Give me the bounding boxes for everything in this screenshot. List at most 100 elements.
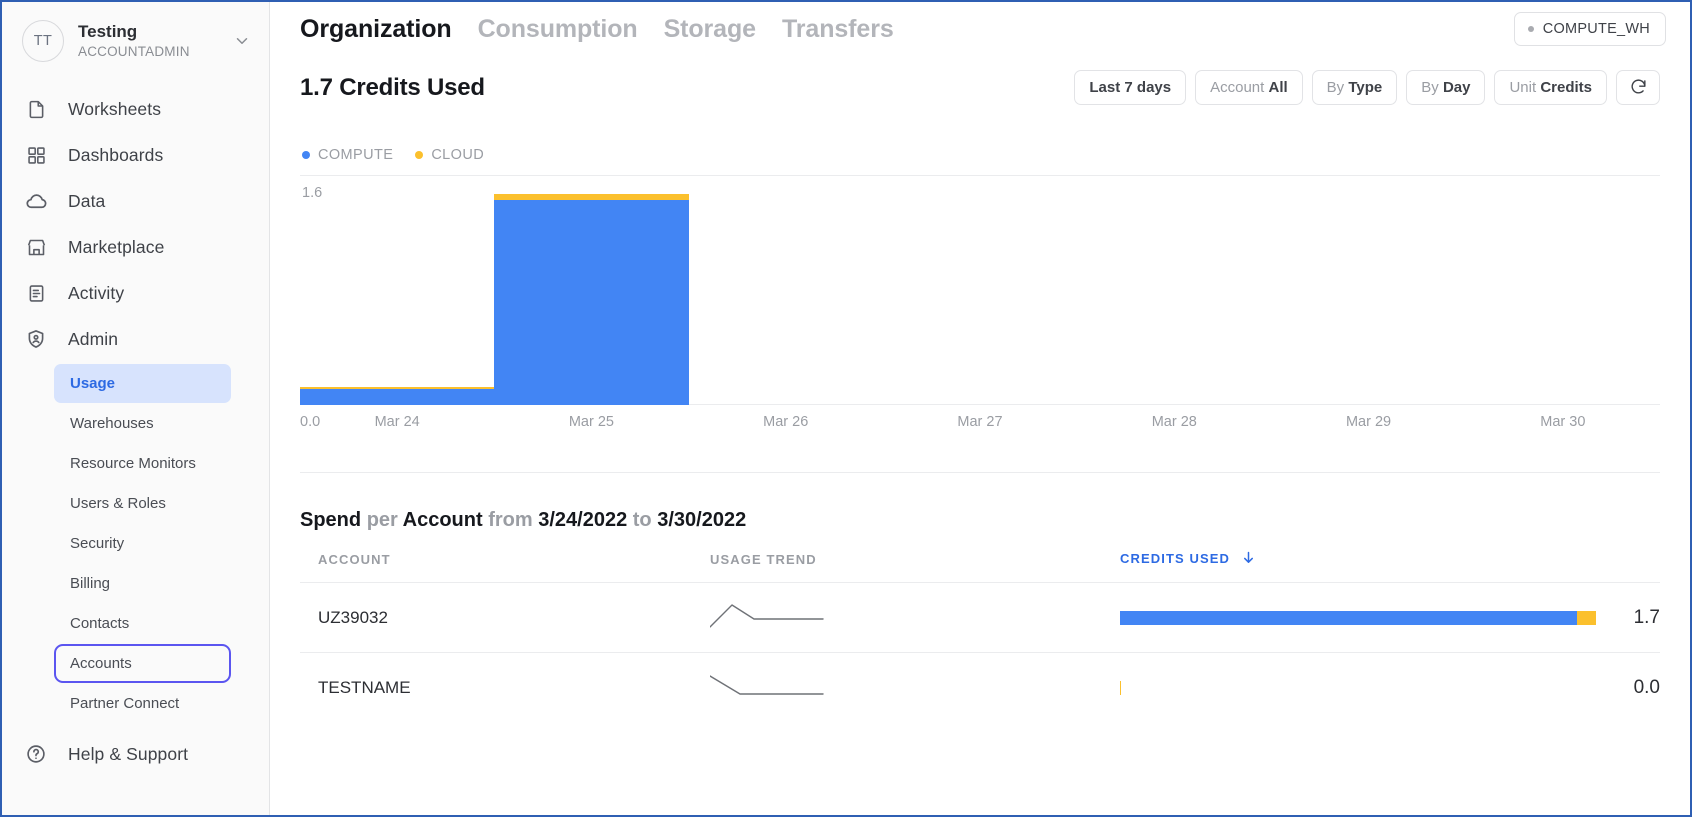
- cell-usage-trend: [709, 652, 1120, 722]
- main-content: Organization Consumption Storage Transfe…: [270, 2, 1690, 815]
- primary-nav: Worksheets Dashboards Data Marketplace A…: [2, 86, 269, 777]
- credits-bar-track: [1120, 680, 1596, 695]
- sparkline-icon: [709, 675, 825, 705]
- sidebar-item-accounts[interactable]: Accounts: [54, 644, 231, 683]
- bar-slot[interactable]: [883, 175, 1077, 405]
- bar-slot[interactable]: [1466, 175, 1660, 405]
- legend-label: COMPUTE: [318, 147, 394, 163]
- warehouse-label: COMPUTE_WH: [1542, 21, 1650, 37]
- column-header-account[interactable]: ACCOUNT: [300, 550, 710, 583]
- chart-plot-area: [300, 175, 1660, 405]
- sidebar-item-activity[interactable]: Activity: [2, 270, 269, 316]
- grid-icon: [24, 143, 48, 167]
- warehouse-selector[interactable]: COMPUTE_WH: [1513, 12, 1666, 46]
- x-axis-tick: Mar 30: [1540, 414, 1586, 430]
- sidebar-item-contacts[interactable]: Contacts: [54, 604, 231, 643]
- bar-slot[interactable]: [300, 175, 495, 405]
- legend-item-compute[interactable]: COMPUTE: [302, 147, 393, 163]
- credits-bar-cloud: [1576, 610, 1596, 625]
- bar-slot[interactable]: [1271, 175, 1465, 405]
- bar-slot[interactable]: [689, 175, 883, 405]
- refresh-icon: [1629, 77, 1648, 99]
- cell-account: TESTNAME: [300, 652, 710, 722]
- tab-consumption[interactable]: Consumption: [478, 15, 638, 44]
- spend-section-title: Spend per Account from 3/24/2022 to 3/30…: [300, 509, 1660, 532]
- column-header-credits-used[interactable]: CREDITS USED: [1120, 550, 1660, 583]
- tab-storage[interactable]: Storage: [664, 15, 756, 44]
- legend-item-cloud[interactable]: CLOUD: [415, 147, 484, 163]
- sidebar-item-worksheets[interactable]: Worksheets: [2, 86, 269, 132]
- spend-title-word: Account: [402, 509, 483, 531]
- sidebar-item-marketplace[interactable]: Marketplace: [2, 224, 269, 270]
- filter-bar: Last 7 days Account All By Type By Day U…: [1074, 70, 1660, 105]
- sidebar-item-users-roles[interactable]: Users & Roles: [54, 484, 231, 523]
- admin-subnav: Usage Warehouses Resource Monitors Users…: [2, 364, 269, 723]
- cell-credits-used: 0.0: [1120, 652, 1660, 722]
- chart-legend: COMPUTE CLOUD: [300, 147, 1660, 163]
- filter-unit-value: Credits: [1540, 79, 1592, 96]
- filter-account-value: All: [1268, 79, 1288, 96]
- x-axis-tick: Mar 29: [1345, 414, 1392, 430]
- sidebar-item-resource-monitors[interactable]: Resource Monitors: [54, 444, 231, 483]
- bar-slot[interactable]: [1077, 175, 1271, 405]
- legend-dot-compute-icon: [302, 151, 310, 159]
- filter-account[interactable]: Account All: [1195, 70, 1303, 105]
- sidebar-item-label: Dashboards: [68, 144, 164, 165]
- table-row[interactable]: TESTNAME 0.0: [300, 652, 1660, 722]
- cell-usage-trend: [709, 582, 1120, 653]
- sidebar: TT Testing ACCOUNTADMIN Worksheets Dashb…: [2, 2, 270, 815]
- filter-unit[interactable]: Unit Credits: [1494, 70, 1607, 105]
- filter-unit-prefix: Unit: [1509, 79, 1541, 96]
- filter-account-prefix: Account: [1210, 79, 1269, 96]
- sidebar-item-label: Activity: [68, 282, 125, 303]
- legend-label: CLOUD: [431, 147, 485, 163]
- tab-organization[interactable]: Organization: [300, 15, 452, 44]
- section-divider: [300, 472, 1660, 473]
- credits-bar-row: 1.7: [1120, 607, 1660, 629]
- spend-title-date-to: 3/30/2022: [657, 509, 747, 531]
- cloud-icon: [24, 189, 48, 213]
- filter-group-by-type[interactable]: By Type: [1311, 70, 1398, 105]
- usage-bar-chart: 1.6: [300, 175, 1660, 405]
- filter-day-prefix: By: [1421, 79, 1443, 96]
- snowflake-usage-page: TT Testing ACCOUNTADMIN Worksheets Dashb…: [0, 0, 1692, 817]
- store-icon: [24, 235, 48, 259]
- refresh-button[interactable]: [1616, 70, 1660, 105]
- credits-bar-compute: [1120, 610, 1577, 625]
- table-row[interactable]: UZ39032 1.7: [300, 582, 1660, 653]
- sparkline-icon: [709, 604, 825, 635]
- credits-bar-row: 0.0: [1120, 677, 1660, 699]
- tab-transfers[interactable]: Transfers: [782, 15, 894, 44]
- filter-group-by-day[interactable]: By Day: [1406, 70, 1486, 105]
- sidebar-item-label: Worksheets: [68, 98, 162, 119]
- sidebar-item-security[interactable]: Security: [54, 524, 231, 563]
- sidebar-item-partner-connect[interactable]: Partner Connect: [54, 684, 231, 723]
- account-switcher[interactable]: TT Testing ACCOUNTADMIN: [2, 6, 269, 76]
- status-dot-icon: [1527, 26, 1534, 32]
- stacked-bar[interactable]: [494, 194, 689, 405]
- x-axis-tick: Mar 26: [763, 414, 809, 430]
- sidebar-item-data[interactable]: Data: [2, 178, 269, 224]
- bar-slot[interactable]: [494, 175, 689, 405]
- filter-type-value: Type: [1348, 79, 1383, 96]
- sidebar-item-dashboards[interactable]: Dashboards: [2, 132, 269, 178]
- spend-table: ACCOUNT USAGE TREND CREDITS USED UZ39032: [300, 550, 1660, 722]
- filter-day-value: Day: [1442, 79, 1471, 96]
- spend-title-word: to: [632, 509, 652, 531]
- arrow-down-icon: [1241, 550, 1256, 568]
- x-axis-tick: Mar 27: [957, 414, 1003, 430]
- y-axis-tick-min: 0.0: [300, 414, 321, 430]
- sidebar-item-admin[interactable]: Admin: [2, 316, 269, 362]
- x-axis-tick: Mar 24: [374, 414, 420, 430]
- filter-date-range[interactable]: Last 7 days: [1074, 70, 1187, 105]
- bar-segment-compute: [300, 388, 495, 405]
- usage-content: 1.7 Credits Used Last 7 days Account All…: [270, 54, 1690, 722]
- sidebar-item-billing[interactable]: Billing: [54, 564, 231, 603]
- stacked-bar[interactable]: [300, 386, 495, 405]
- filter-type-prefix: By: [1326, 79, 1349, 96]
- sidebar-item-usage[interactable]: Usage: [54, 364, 231, 403]
- sidebar-item-warehouses[interactable]: Warehouses: [54, 404, 231, 443]
- spend-title-date-from: 3/24/2022: [538, 509, 628, 531]
- column-header-usage-trend[interactable]: USAGE TREND: [710, 550, 1120, 583]
- sidebar-item-help-support[interactable]: Help & Support: [2, 731, 269, 777]
